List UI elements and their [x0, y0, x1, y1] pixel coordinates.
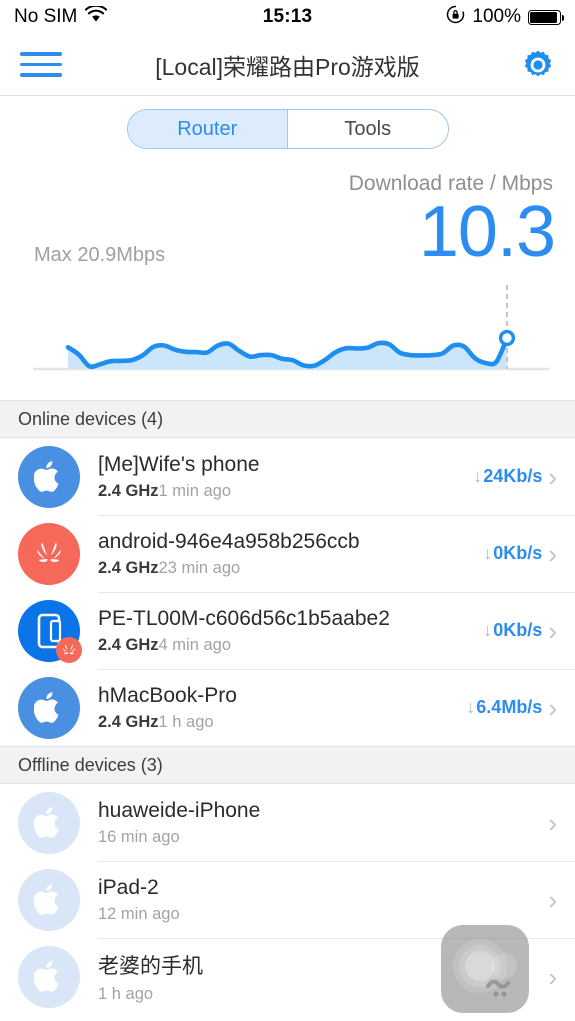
device-name: huaweide-iPhone — [98, 798, 261, 822]
phone-screen: No SIM 15:13 100% [Local]荣耀路由Pro游戏版 Rout… — [0, 0, 575, 1021]
device-row[interactable]: [Me]Wife's phone 2.4 GHz1 min ago ↓ 24Kb/s › — [0, 438, 575, 515]
device-row-right: › — [548, 887, 557, 913]
navigation-bar: [Local]荣耀路由Pro游戏版 — [0, 34, 575, 96]
apple-icon — [18, 791, 80, 854]
gear-icon[interactable] — [521, 48, 555, 82]
device-last-seen: 1 h ago — [98, 984, 154, 1003]
device-subtitle: 16 min ago — [98, 828, 548, 847]
device-last-seen: 1 min ago — [158, 481, 231, 500]
device-band: 2.4 GHz — [98, 558, 159, 577]
device-row-right: › — [548, 964, 557, 990]
section-header: Offline devices (3) — [0, 746, 575, 784]
device-speed-value: 6.4Mb/s — [476, 697, 543, 717]
device-last-seen: 12 min ago — [98, 904, 180, 923]
rotation-lock-icon — [446, 5, 465, 30]
device-row[interactable]: huaweide-iPhone 16 min ago › — [0, 784, 575, 861]
chevron-right-icon[interactable]: › — [548, 695, 557, 721]
device-row[interactable]: android-946e4a958b256ccb 2.4 GHz23 min ag… — [0, 515, 575, 592]
status-bar-right: 100% — [446, 5, 564, 30]
device-last-seen: 1 h ago — [158, 712, 214, 731]
apple-icon — [18, 676, 80, 739]
device-subtitle: 2.4 GHz4 min ago — [98, 636, 483, 655]
device-speed: ↓ 6.4Mb/s — [466, 697, 542, 718]
device-name: android-946e4a958b256ccb — [98, 529, 360, 553]
device-subtitle: 12 min ago — [98, 905, 548, 924]
device-band: 2.4 GHz — [98, 712, 159, 731]
device-row-right: ↓ 0Kb/s › — [483, 618, 557, 644]
device-speed: ↓ 0Kb/s — [483, 620, 542, 641]
device-subtitle: 2.4 GHz1 h ago — [98, 713, 466, 732]
device-subtitle: 2.4 GHz1 min ago — [98, 482, 473, 501]
download-arrow-icon: ↓ — [483, 620, 493, 640]
tab-tools[interactable]: Tools — [288, 110, 448, 148]
device-band: 2.4 GHz — [98, 481, 159, 500]
hamburger-menu-icon[interactable] — [20, 50, 62, 80]
chevron-right-icon[interactable]: › — [548, 964, 557, 990]
huawei-icon — [18, 522, 80, 585]
device-last-seen: 4 min ago — [158, 635, 231, 654]
download-arrow-icon: ↓ — [473, 466, 483, 486]
row-divider — [98, 515, 575, 516]
download-rate-chart — [0, 272, 575, 380]
device-row-right: › — [548, 810, 557, 836]
device-name: [Me]Wife's phone — [98, 452, 260, 476]
device-info: [Me]Wife's phone 2.4 GHz1 min ago — [98, 453, 473, 501]
phone-icon — [18, 599, 82, 663]
device-lists: Online devices (4) [Me]Wife's phone 2.4 GH… — [0, 400, 575, 1015]
device-row[interactable]: hMacBook-Pro 2.4 GHz1 h ago ↓ 6.4Mb/s › — [0, 669, 575, 746]
section-header: Online devices (4) — [0, 400, 575, 438]
download-rate-value: 10.3 — [418, 192, 556, 272]
download-arrow-icon: ↓ — [466, 697, 476, 717]
segmented-control: Router Tools — [126, 109, 449, 149]
apple-icon — [18, 868, 80, 931]
device-last-seen: 16 min ago — [98, 827, 180, 846]
device-row-right: ↓ 24Kb/s › — [473, 464, 557, 490]
device-name: PE-TL00M-c606d56c1b5aabe2 — [98, 606, 390, 630]
device-info: PE-TL00M-c606d56c1b5aabe2 2.4 GHz4 min ag… — [98, 607, 483, 655]
row-divider — [98, 861, 575, 862]
device-speed: ↓ 0Kb/s — [483, 543, 542, 564]
device-row[interactable]: PE-TL00M-c606d56c1b5aabe2 2.4 GHz4 min ag… — [0, 592, 575, 669]
device-info: hMacBook-Pro 2.4 GHz1 h ago — [98, 684, 466, 732]
page-title: [Local]荣耀路由Pro游戏版 — [155, 53, 420, 80]
assistive-touch-icon[interactable] — [441, 925, 529, 1013]
battery-percent-label: 100% — [472, 6, 521, 27]
device-speed-value: 24Kb/s — [483, 466, 543, 486]
device-speed: ↓ 24Kb/s — [473, 466, 542, 487]
device-row-right: ↓ 0Kb/s › — [483, 541, 557, 567]
row-divider — [98, 669, 575, 670]
device-name: iPad-2 — [98, 875, 159, 899]
device-speed-value: 0Kb/s — [493, 543, 543, 563]
device-info: android-946e4a958b256ccb 2.4 GHz23 min ag… — [98, 530, 483, 578]
device-info: iPad-2 12 min ago — [98, 876, 548, 924]
tab-bar-container: Router Tools — [0, 96, 575, 162]
device-subtitle: 2.4 GHz23 min ago — [98, 559, 483, 578]
chevron-right-icon[interactable]: › — [548, 541, 557, 567]
apple-icon — [18, 945, 80, 1008]
max-rate-label: Max 20.9Mbps — [34, 244, 166, 266]
battery-full-icon — [528, 9, 564, 25]
download-arrow-icon: ↓ — [483, 543, 493, 563]
apple-icon — [18, 445, 80, 508]
chevron-right-icon[interactable]: › — [548, 464, 557, 490]
chevron-right-icon[interactable]: › — [548, 618, 557, 644]
huawei-badge-icon — [56, 636, 82, 663]
device-speed-value: 0Kb/s — [493, 620, 543, 640]
device-row-right: ↓ 6.4Mb/s › — [466, 695, 557, 721]
device-name: hMacBook-Pro — [98, 683, 237, 707]
chevron-right-icon[interactable]: › — [548, 887, 557, 913]
device-band: 2.4 GHz — [98, 635, 159, 654]
device-last-seen: 23 min ago — [158, 558, 241, 577]
device-info: huaweide-iPhone 16 min ago — [98, 799, 548, 847]
status-bar: No SIM 15:13 100% — [0, 0, 575, 34]
row-divider — [98, 592, 575, 593]
download-rate-panel: Download rate / Mbps 10.3 Max 20.9Mbps — [0, 162, 575, 400]
chevron-right-icon[interactable]: › — [548, 810, 557, 836]
tab-router[interactable]: Router — [127, 110, 288, 148]
